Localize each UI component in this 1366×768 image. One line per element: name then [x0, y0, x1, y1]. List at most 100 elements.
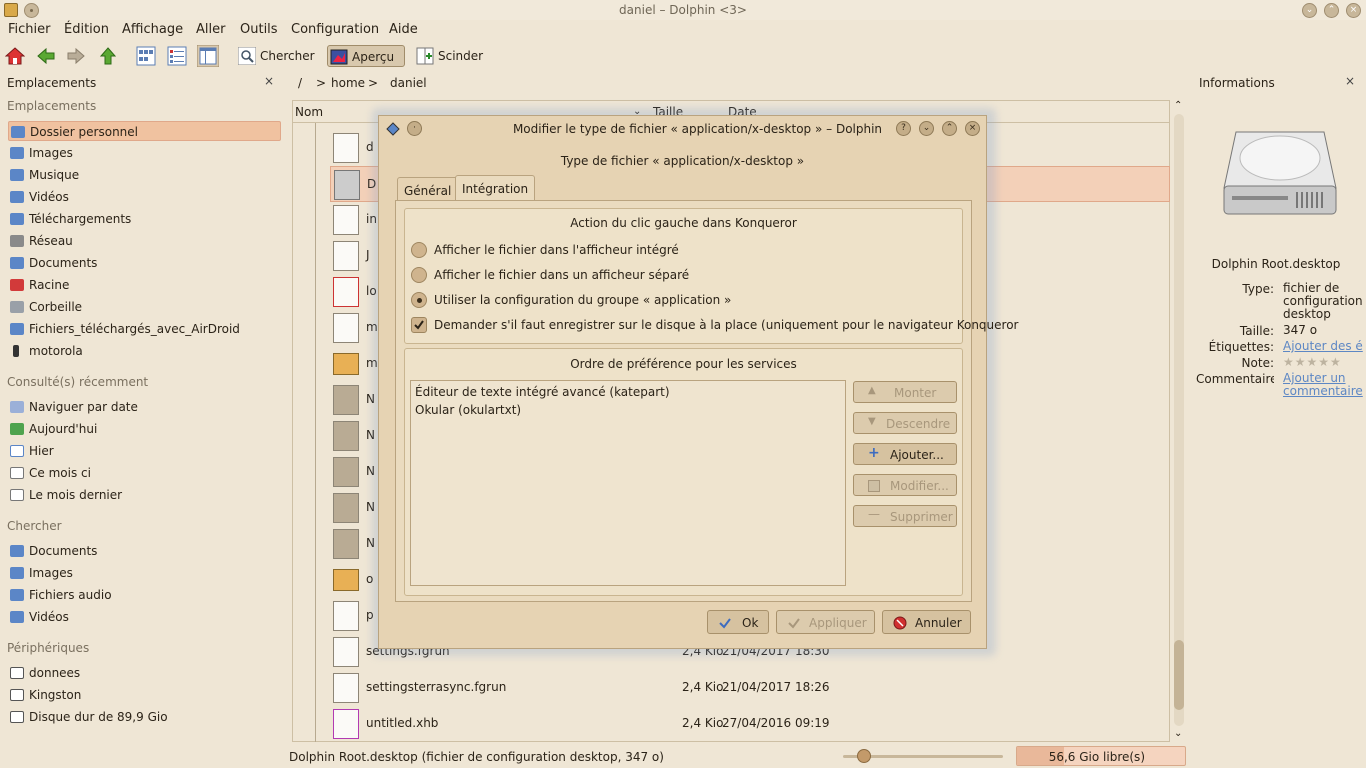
info-comment-link[interactable]: Ajouter un commentaire: [1283, 372, 1363, 398]
edit-service-button[interactable]: Modifier...: [853, 474, 957, 496]
recent-hier[interactable]: Hier: [8, 441, 281, 461]
scrollbar-track[interactable]: [1174, 114, 1184, 726]
save-to-disk-checkbox[interactable]: [411, 317, 427, 333]
search-documents[interactable]: Documents: [8, 541, 281, 561]
menu-fichier[interactable]: Fichier: [8, 22, 51, 37]
dialog-maximize-button[interactable]: ⌃: [942, 121, 957, 136]
help-button[interactable]: ?: [896, 121, 911, 136]
place-telechargements[interactable]: Téléchargements: [8, 209, 281, 229]
close-places-panel-icon[interactable]: ×: [264, 74, 274, 88]
device-donnees[interactable]: donnees: [8, 663, 281, 683]
place-documents[interactable]: Documents: [8, 253, 281, 273]
menu-configuration[interactable]: Configuration: [291, 22, 379, 37]
remove-service-button[interactable]: — Supprimer: [853, 505, 957, 527]
drive-file-icon: [334, 170, 360, 200]
place-corbeille[interactable]: Corbeille: [8, 297, 281, 317]
window-title: daniel – Dolphin <3>: [619, 3, 747, 17]
move-up-button[interactable]: ▲ Monter: [853, 381, 957, 403]
search-images[interactable]: Images: [8, 563, 281, 583]
scroll-up-icon[interactable]: ⌃: [1174, 100, 1182, 111]
place-motorola[interactable]: motorola: [8, 341, 281, 361]
columns-view-icon[interactable]: [197, 45, 219, 67]
menu-aide[interactable]: Aide: [389, 22, 418, 37]
package-icon: [333, 569, 359, 591]
scrollbar-thumb[interactable]: [1174, 640, 1184, 710]
maximize-button[interactable]: ⌃: [1324, 3, 1339, 18]
breadcrumb-home[interactable]: home: [331, 76, 365, 90]
place-racine[interactable]: Racine: [8, 275, 281, 295]
close-window-button[interactable]: ×: [1346, 3, 1361, 18]
column-name[interactable]: Nom: [295, 105, 323, 119]
up-arrow-icon[interactable]: [98, 46, 118, 66]
ok-button[interactable]: Ok: [707, 610, 769, 634]
rating-stars[interactable]: ★★★★★: [1283, 356, 1363, 369]
place-airdroid[interactable]: Fichiers_téléchargés_avec_AirDroid: [8, 319, 281, 339]
place-musique[interactable]: Musique: [8, 165, 281, 185]
split-view-icon: [416, 47, 434, 65]
recent-naviguer-par-date[interactable]: Naviguer par date: [8, 397, 281, 417]
dialog-minimize-button[interactable]: ⌄: [919, 121, 934, 136]
icon-view-icon[interactable]: [136, 46, 156, 66]
place-dossier-personnel[interactable]: Dossier personnel: [8, 121, 281, 141]
zoom-slider-handle[interactable]: [857, 749, 871, 763]
preview-button[interactable]: Aperçu: [327, 45, 405, 67]
menu-affichage[interactable]: Affichage: [122, 22, 183, 37]
move-down-button[interactable]: ▼ Descendre: [853, 412, 957, 434]
download-folder-icon: [10, 213, 24, 225]
search-videos[interactable]: Vidéos: [8, 607, 281, 627]
split-button[interactable]: Scinder: [414, 45, 488, 67]
menu-aller[interactable]: Aller: [196, 22, 225, 37]
details-view-icon[interactable]: [167, 46, 187, 66]
hard-drive-preview-icon: [1223, 131, 1337, 215]
back-arrow-icon[interactable]: [36, 46, 56, 66]
search-icon: [238, 47, 256, 65]
menu-edition[interactable]: Édition: [64, 22, 109, 37]
apply-button[interactable]: Appliquer: [776, 610, 875, 634]
breadcrumb-daniel[interactable]: daniel: [390, 76, 427, 90]
tab-integration[interactable]: Intégration: [455, 175, 536, 200]
radio-embedded-viewer-label[interactable]: Afficher le fichier dans l'afficheur int…: [434, 243, 679, 257]
save-to-disk-label[interactable]: Demander s'il faut enregistrer sur le di…: [434, 318, 1018, 332]
home-icon[interactable]: [5, 46, 25, 66]
file-row[interactable]: untitled.xhb 2,4 Kio 27/04/2016 09:19: [330, 706, 1170, 742]
breadcrumb-root[interactable]: /: [298, 76, 302, 90]
minimize-button[interactable]: ⌄: [1302, 3, 1317, 18]
video-folder-icon: [10, 191, 24, 203]
close-information-panel-icon[interactable]: ×: [1345, 74, 1355, 88]
vertical-scrollbar[interactable]: ⌃ ⌄: [1171, 100, 1187, 742]
radio-separate-viewer-label[interactable]: Afficher le fichier dans un afficheur sé…: [434, 268, 689, 282]
scroll-down-icon[interactable]: ⌄: [1174, 728, 1182, 739]
text-file-icon: [333, 205, 359, 235]
place-reseau[interactable]: Réseau: [8, 231, 281, 251]
device-disque-dur[interactable]: Disque dur de 89,9 Gio: [8, 707, 281, 727]
tree-line: [315, 123, 316, 742]
radio-embedded-viewer[interactable]: [411, 242, 427, 258]
search-fichiers-audio[interactable]: Fichiers audio: [8, 585, 281, 605]
radio-group-settings[interactable]: [411, 292, 427, 308]
radio-group-settings-label[interactable]: Utiliser la configuration du groupe « ap…: [434, 293, 731, 307]
cancel-button[interactable]: Annuler: [882, 610, 971, 634]
dialog-close-button[interactable]: ×: [965, 121, 980, 136]
breadcrumb-separator[interactable]: >: [316, 76, 326, 90]
breadcrumb-separator[interactable]: >: [368, 76, 378, 90]
place-videos[interactable]: Vidéos: [8, 187, 281, 207]
forward-arrow-icon[interactable]: [66, 46, 86, 66]
menu-outils[interactable]: Outils: [240, 22, 278, 37]
place-images[interactable]: Images: [8, 143, 281, 163]
recent-le-mois-dernier[interactable]: Le mois dernier: [8, 485, 281, 505]
info-tags-link[interactable]: Ajouter des é: [1283, 340, 1363, 353]
text-file-icon: [333, 133, 359, 163]
info-type-label: Type:: [1242, 282, 1274, 296]
search-button[interactable]: Chercher: [236, 45, 318, 67]
recent-ce-mois-ci[interactable]: Ce mois ci: [8, 463, 281, 483]
add-service-button[interactable]: + Ajouter...: [853, 443, 957, 465]
services-list[interactable]: Éditeur de texte intégré avancé (katepar…: [410, 380, 846, 586]
service-item-katepart[interactable]: Éditeur de texte intégré avancé (katepar…: [415, 385, 670, 399]
file-row[interactable]: settingsterrasync.fgrun 2,4 Kio 21/04/2017…: [330, 670, 1170, 706]
radio-separate-viewer[interactable]: [411, 267, 427, 283]
tab-general[interactable]: Général: [397, 177, 459, 200]
recent-aujourdhui[interactable]: Aujourd'hui: [8, 419, 281, 439]
free-space-bar: 56,6 Gio libre(s): [1016, 746, 1186, 766]
service-item-okular[interactable]: Okular (okulartxt): [415, 403, 521, 417]
device-kingston[interactable]: Kingston: [8, 685, 281, 705]
